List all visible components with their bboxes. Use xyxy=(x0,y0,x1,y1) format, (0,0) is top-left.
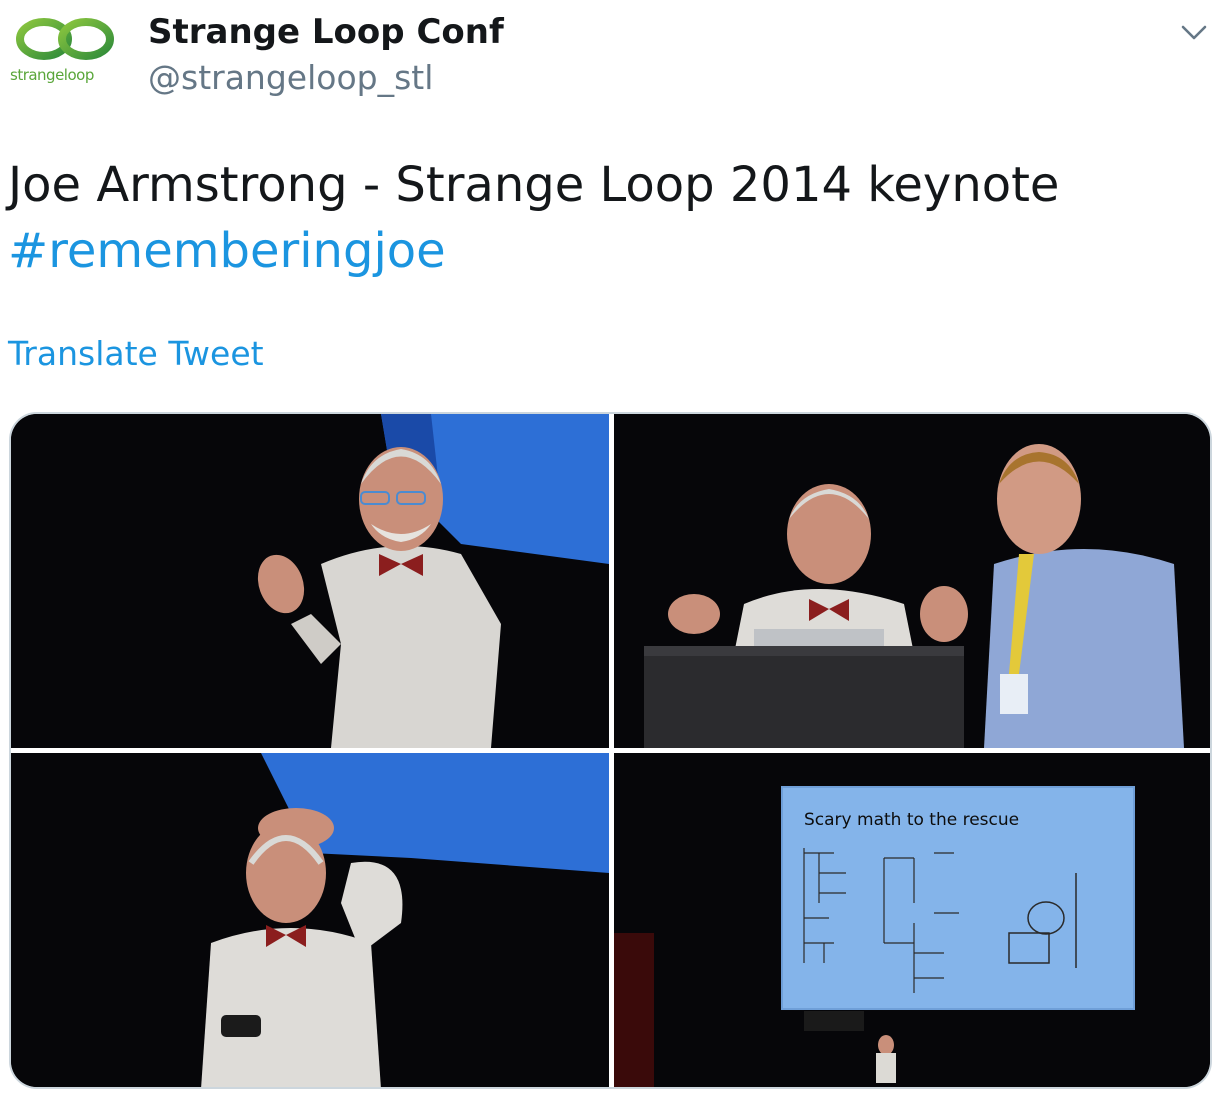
photo-3[interactable] xyxy=(11,753,609,1087)
avatar[interactable]: strangeloop xyxy=(8,14,124,94)
photo-4[interactable]: Scary math to the rescue xyxy=(614,753,1210,1087)
photo-stage-slide: Scary math to the rescue xyxy=(614,753,1210,1087)
translate-tweet-link[interactable]: Translate Tweet xyxy=(8,334,264,373)
display-name[interactable]: Strange Loop Conf xyxy=(148,12,504,52)
slide-title: Scary math to the rescue xyxy=(804,810,1019,830)
chevron-down-icon xyxy=(1181,25,1207,40)
photo-1[interactable] xyxy=(11,414,609,748)
media-grid: Scary math to the rescue xyxy=(9,412,1212,1089)
avatar-logo-text: strangeloop xyxy=(10,66,94,84)
photo-speaker-gesturing xyxy=(11,414,609,748)
tweet-menu-button[interactable] xyxy=(1178,16,1210,48)
photo-2[interactable] xyxy=(614,414,1210,748)
tweet-header: strangeloop Strange Loop Conf @strangelo… xyxy=(0,0,1232,110)
tweet-body-text: Joe Armstrong - Strange Loop 2014 keynot… xyxy=(8,157,1060,213)
user-handle[interactable]: @strangeloop_stl xyxy=(148,58,433,97)
photo-speaker-thinking xyxy=(11,753,609,1087)
hashtag-link[interactable]: #rememberingjoe xyxy=(8,218,1218,284)
photo-podium xyxy=(614,414,1210,748)
strangeloop-logo-icon xyxy=(16,18,114,60)
tweet-text: Joe Armstrong - Strange Loop 2014 keynot… xyxy=(8,152,1218,284)
